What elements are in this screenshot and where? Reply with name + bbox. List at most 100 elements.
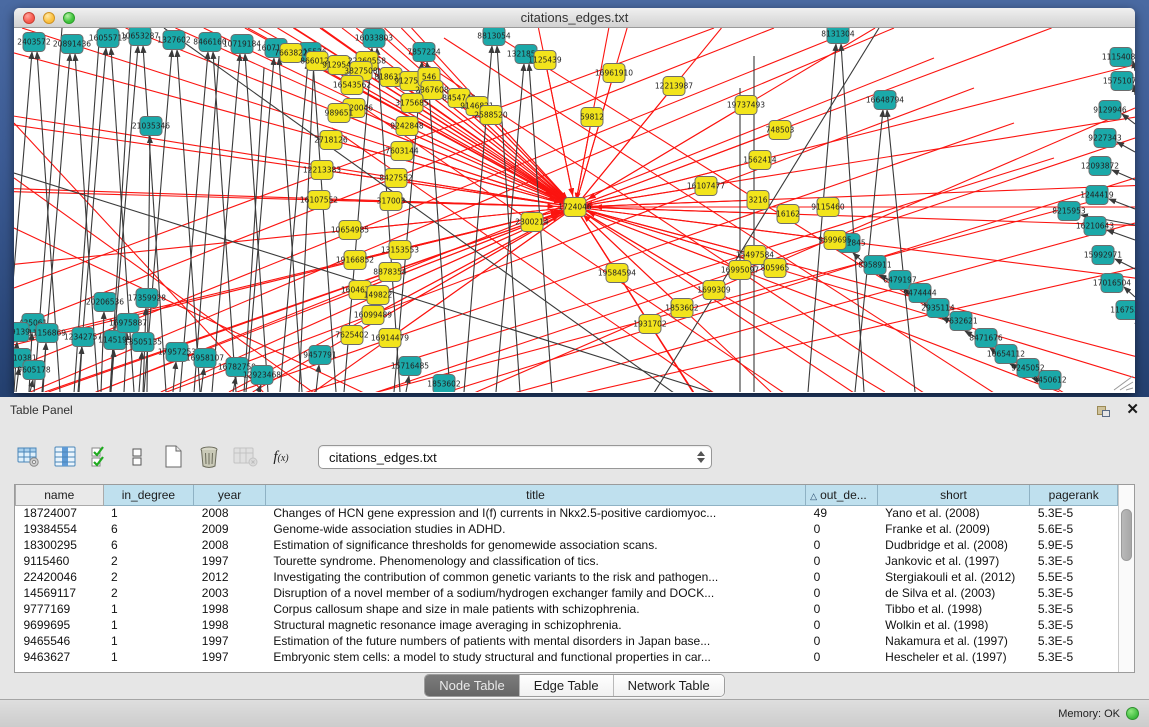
graph-node-teal[interactable]: 11154088 xyxy=(1102,48,1135,67)
graph-node-teal[interactable]: 7857224 xyxy=(407,43,441,62)
black-edge[interactable] xyxy=(245,54,268,392)
graph-node-teal[interactable]: 1327602 xyxy=(157,31,191,50)
black-edge[interactable] xyxy=(173,362,176,392)
table-row[interactable]: 946554611997Estimation of the future num… xyxy=(16,633,1118,649)
graph-node-teal[interactable]: 12342757 xyxy=(64,328,102,347)
graph-node-yellow[interactable]: 1931702 xyxy=(633,315,667,334)
tab-edge-table[interactable]: Edge Table xyxy=(520,675,614,696)
column-header-in-degree[interactable]: in_degree xyxy=(103,485,194,505)
graph-node-teal[interactable]: 10719184 xyxy=(223,35,261,54)
graph-node-yellow[interactable]: 3216 xyxy=(747,191,769,210)
graph-node-teal[interactable]: 20891436 xyxy=(53,35,91,54)
table-cell[interactable]: 2 xyxy=(103,569,194,585)
tab-network-table[interactable]: Network Table xyxy=(614,675,724,696)
import-table-icon[interactable] xyxy=(230,442,260,472)
table-cell[interactable]: 1997 xyxy=(194,633,266,649)
memory-status-icon[interactable] xyxy=(1126,707,1139,720)
graph-node-teal[interactable]: 8813054 xyxy=(477,28,511,46)
black-edge[interactable] xyxy=(194,56,219,392)
table-cell[interactable]: Stergiakouli et al. (2012) xyxy=(877,569,1030,585)
graph-node-yellow[interactable]: 9115460 xyxy=(811,198,845,217)
red-edge[interactable] xyxy=(575,207,755,255)
black-edge[interactable] xyxy=(1134,85,1135,95)
table-cell[interactable]: 14569117 xyxy=(16,585,104,601)
graph-node-yellow[interactable]: 8427552 xyxy=(379,169,413,188)
row-height-icon[interactable] xyxy=(122,442,152,472)
column-header-short[interactable]: short xyxy=(877,485,1030,505)
table-row[interactable]: 1456911722003Disruption of a novel membe… xyxy=(16,585,1118,601)
graph-node-yellow[interactable]: 748503 xyxy=(766,121,795,140)
table-cell[interactable]: 0 xyxy=(806,649,878,665)
table-cell[interactable]: 9777169 xyxy=(16,601,104,617)
table-cell[interactable]: 49 xyxy=(806,505,878,521)
graph-node-teal[interactable]: 16648794 xyxy=(866,91,904,110)
table-cell[interactable]: 5.3E-5 xyxy=(1030,505,1118,521)
table-cell[interactable]: Jankovic et al. (1997) xyxy=(877,553,1030,569)
table-cell[interactable]: Dudbridge et al. (2008) xyxy=(877,537,1030,553)
black-edge[interactable] xyxy=(30,380,33,392)
graph-node-teal[interactable]: 1244419 xyxy=(1080,186,1114,205)
table-cell[interactable]: Yano et al. (2008) xyxy=(877,505,1030,521)
select-columns-icon[interactable] xyxy=(86,442,116,472)
new-table-icon[interactable] xyxy=(158,442,188,472)
table-cell[interactable]: 9465546 xyxy=(16,633,104,649)
graph-node-yellow[interactable]: 59812 xyxy=(580,108,604,127)
table-cell[interactable]: 2012 xyxy=(194,569,266,585)
table-scrollbar[interactable] xyxy=(1118,485,1134,672)
column-header-pagerank[interactable]: pagerank xyxy=(1030,485,1118,505)
zoom-window-icon[interactable] xyxy=(63,12,75,24)
black-edge[interactable] xyxy=(1124,287,1135,297)
black-edge[interactable] xyxy=(1112,170,1135,180)
table-cell[interactable]: Hescheler et al. (1997) xyxy=(877,649,1030,665)
graph-node-yellow[interactable]: 12213987 xyxy=(655,77,693,96)
table-cell[interactable]: 0 xyxy=(806,617,878,633)
graph-node-yellow[interactable]: 317003 xyxy=(377,192,406,211)
table-cell[interactable]: 2008 xyxy=(194,537,266,553)
table-cell[interactable]: 1998 xyxy=(194,601,266,617)
float-panel-icon[interactable] xyxy=(1097,403,1112,417)
table-cell[interactable]: 1997 xyxy=(194,649,266,665)
table-cell[interactable]: 1 xyxy=(103,505,194,521)
table-cell[interactable]: 1998 xyxy=(194,617,266,633)
table-cell[interactable]: de Silva et al. (2003) xyxy=(877,585,1030,601)
table-selector-dropdown[interactable]: citations_edges.txt xyxy=(318,445,712,469)
table-cell[interactable]: 0 xyxy=(806,521,878,537)
graph-node-yellow[interactable]: 13153553 xyxy=(381,241,419,260)
tab-node-table[interactable]: Node Table xyxy=(425,675,520,696)
black-edge[interactable] xyxy=(280,62,308,392)
table-cell[interactable]: 2 xyxy=(103,553,194,569)
table-cell[interactable]: 1 xyxy=(103,601,194,617)
black-edge[interactable] xyxy=(1117,142,1135,152)
graph-node-teal[interactable]: 10653287 xyxy=(121,28,159,46)
table-cell[interactable]: Nakamura et al. (1997) xyxy=(877,633,1030,649)
table-cell[interactable]: 22420046 xyxy=(16,569,104,585)
column-header-name[interactable]: name xyxy=(16,485,104,505)
table-settings-icon[interactable] xyxy=(14,442,44,472)
table-cell[interactable]: 9699695 xyxy=(16,617,104,633)
graph-node-yellow[interactable]: 16107552 xyxy=(300,191,338,210)
table-cell[interactable]: Estimation of the future numbers of pati… xyxy=(265,633,805,649)
graph-node-yellow[interactable]: 1853602 xyxy=(665,299,699,318)
minimize-window-icon[interactable] xyxy=(43,12,55,24)
red-edge[interactable] xyxy=(45,207,575,392)
table-row[interactable]: 1830029562008Estimation of significance … xyxy=(16,537,1118,553)
table-scrollbar-thumb[interactable] xyxy=(1121,509,1132,561)
table-cell[interactable]: 0 xyxy=(806,633,878,649)
black-edge[interactable] xyxy=(299,58,314,392)
black-edge[interactable] xyxy=(246,58,274,392)
table-cell[interactable]: 5.3E-5 xyxy=(1030,649,1118,665)
table-cell[interactable]: 5.6E-5 xyxy=(1030,521,1118,537)
table-cell[interactable]: 1 xyxy=(103,649,194,665)
graph-node-yellow[interactable]: 989651 xyxy=(325,104,354,123)
table-cell[interactable]: 5.3E-5 xyxy=(1030,553,1118,569)
table-cell[interactable]: Disruption of a novel member of a sodium… xyxy=(265,585,805,601)
graph-node-yellow[interactable]: 19166852 xyxy=(336,251,374,270)
red-edge[interactable] xyxy=(575,160,760,207)
network-graph-canvas[interactable]: 2403572208914361605571310653287132760284… xyxy=(14,28,1135,392)
table-cell[interactable]: 9463627 xyxy=(16,649,104,665)
table-cell[interactable]: 5.3E-5 xyxy=(1030,601,1118,617)
black-edge[interactable] xyxy=(1107,230,1135,240)
table-cell[interactable]: 2008 xyxy=(194,505,266,521)
delete-table-icon[interactable] xyxy=(194,442,224,472)
table-cell[interactable]: 1 xyxy=(103,617,194,633)
